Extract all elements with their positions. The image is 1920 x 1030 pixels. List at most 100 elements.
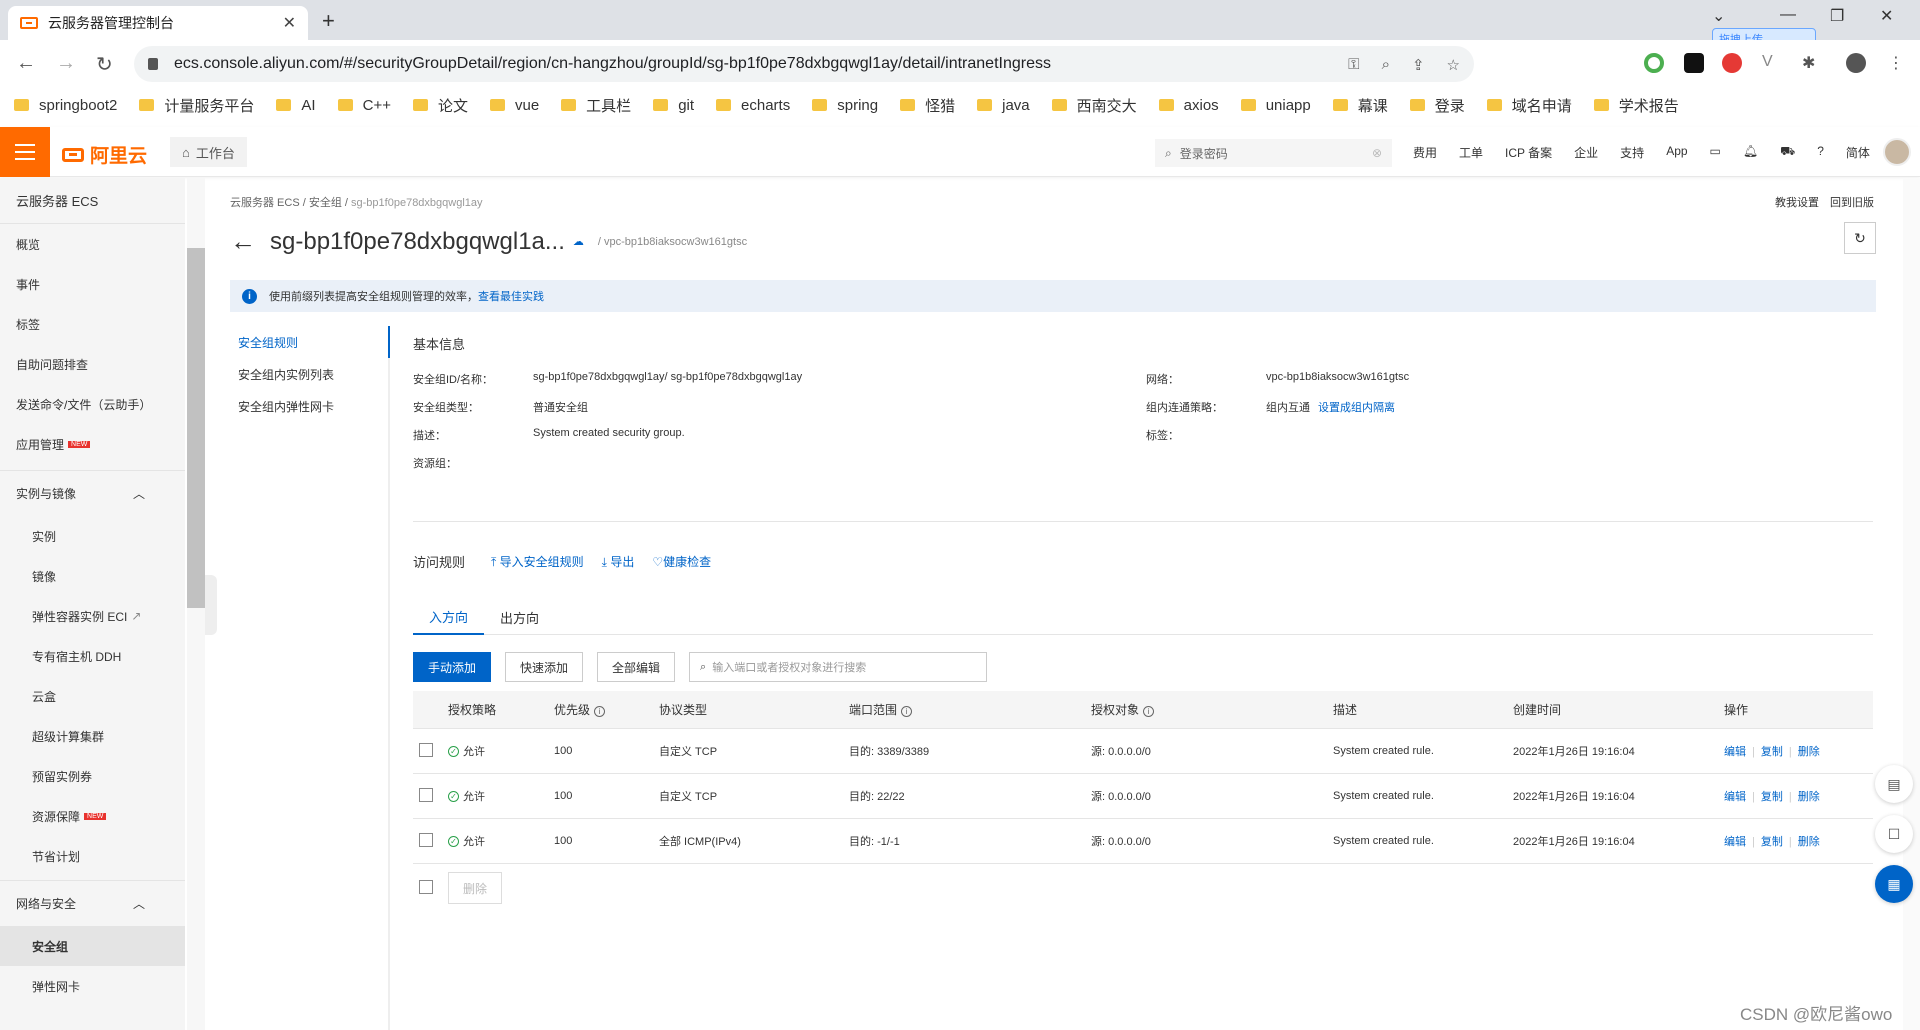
menu-icon[interactable] (0, 127, 50, 177)
back-arrow-icon[interactable]: ← (230, 226, 256, 257)
feedback-icon[interactable]: ▤ (1875, 765, 1913, 803)
rules-search-input[interactable]: ⌕ 输入端口或者授权对象进行搜索 (689, 652, 988, 682)
tab-search-icon[interactable]: ⌄ (1712, 6, 1725, 26)
subnav-rules[interactable]: 安全组规则 (230, 326, 390, 358)
bookmark-item[interactable]: uniapp (1240, 97, 1311, 114)
bookmark-item[interactable]: 域名申请 (1486, 95, 1572, 116)
tab-outbound[interactable]: 出方向 (484, 599, 555, 635)
more-icon[interactable]: ⋮ (1888, 53, 1908, 73)
sidebar-item-app-management[interactable]: 应用管理 NEW (0, 424, 185, 464)
bookmark-item[interactable]: echarts (716, 97, 790, 114)
header-search-input[interactable]: ⌕ 登录密码 ⊗ (1155, 139, 1392, 167)
help-icon[interactable]: i (594, 706, 606, 717)
tab-inbound[interactable]: 入方向 (413, 599, 485, 635)
copy-link[interactable]: 复制 (1761, 791, 1783, 803)
sidebar-item-ddh[interactable]: 专有宿主机 DDH (0, 636, 185, 676)
sidebar-item-troubleshoot[interactable]: 自助问题排查 (0, 344, 185, 384)
sidebar-item-overview[interactable]: 概览 (0, 224, 185, 264)
header-link-support[interactable]: 支持 (1620, 144, 1644, 161)
bookmark-item[interactable]: 西南交大 (1051, 95, 1137, 116)
sidebar-item-eni[interactable]: 弹性网卡 (0, 966, 185, 1006)
aliyun-logo[interactable]: 阿里云 (62, 141, 147, 168)
sidebar-scrollbar[interactable] (187, 178, 205, 1030)
sidebar-item-hpc[interactable]: 超级计算集群 (0, 716, 185, 756)
bookmark-item[interactable]: java (977, 97, 1030, 114)
edit-link[interactable]: 编辑 (1724, 791, 1746, 803)
chat-icon[interactable]: ☐ (1875, 815, 1913, 853)
sidebar-item-security-group[interactable]: 安全组 (0, 926, 185, 966)
star-icon[interactable]: ☆ (1447, 56, 1460, 74)
manual-add-button[interactable]: 手动添加 (413, 652, 492, 682)
bookmark-item[interactable]: springboot2 (14, 97, 117, 114)
copy-link[interactable]: 复制 (1761, 836, 1783, 848)
subnav-eni[interactable]: 安全组内弹性网卡 (230, 390, 388, 422)
sidebar-group-instances[interactable]: 实例与镜像 ︿ (0, 470, 185, 516)
best-practice-link[interactable]: 查看最佳实践 (478, 288, 544, 304)
delete-link[interactable]: 删除 (1798, 791, 1820, 803)
sidebar-item-image[interactable]: 镜像 (0, 556, 185, 596)
profile-icon[interactable] (1846, 53, 1866, 73)
set-isolation-link[interactable]: 设置成组内隔离 (1318, 399, 1395, 415)
bookmark-item[interactable]: 登录 (1409, 95, 1465, 116)
restore-icon[interactable]: ❐ (1830, 6, 1844, 26)
zoom-icon[interactable]: ⌕ (1382, 56, 1390, 74)
delete-link[interactable]: 删除 (1798, 746, 1820, 758)
health-check-link[interactable]: ♡健康检查 (652, 553, 711, 570)
bookmark-item[interactable]: C++ (337, 97, 391, 114)
copy-link[interactable]: 复制 (1761, 746, 1783, 758)
export-link[interactable]: ⤓ 导出 (602, 553, 635, 570)
breadcrumb-ecs[interactable]: 云服务器 ECS (230, 197, 300, 209)
clear-icon[interactable]: ⊗ (1372, 146, 1382, 160)
sidebar-item-tags[interactable]: 标签 (0, 304, 185, 344)
bulk-edit-button[interactable]: 全部编辑 (597, 652, 676, 682)
row-checkbox[interactable] (419, 787, 433, 802)
top-right-links[interactable]: 教我设置 回到旧版 (1775, 194, 1874, 210)
v-ext-icon[interactable]: V (1762, 53, 1782, 73)
header-link-icp[interactable]: ICP 备案 (1505, 144, 1552, 161)
header-link-app[interactable]: App (1666, 144, 1687, 161)
chrome-ext-icon[interactable] (1644, 53, 1664, 73)
import-rules-link[interactable]: ⤒ 导入安全组规则 (491, 553, 584, 570)
bookmark-item[interactable]: axios (1158, 97, 1219, 114)
bell-icon[interactable]: 🔔︎ (1743, 144, 1758, 161)
header-link-ticket[interactable]: 工单 (1459, 144, 1483, 161)
minimize-icon[interactable]: — (1780, 6, 1796, 24)
refresh-button[interactable]: ↻ (1844, 222, 1876, 254)
sidebar-group-network[interactable]: 网络与安全 ︿ (0, 880, 185, 926)
reload-icon[interactable]: ↻ (96, 52, 113, 77)
bookmark-item[interactable]: 工具栏 (561, 95, 631, 116)
bookmark-item[interactable]: AI (276, 97, 316, 114)
back-icon[interactable]: ← (16, 52, 36, 75)
sidebar-item-resource-guarantee[interactable]: 资源保障 NEW (0, 796, 185, 836)
sidebar-item-cloud-assistant[interactable]: 发送命令/文件（云助手） (0, 384, 185, 424)
batch-delete-button[interactable]: 删除 (448, 872, 503, 904)
help-icon[interactable]: i (1143, 706, 1155, 717)
page-scrollbar[interactable] (1903, 178, 1920, 1030)
sidebar-collapse-handle[interactable] (205, 575, 217, 635)
browser-tab[interactable]: 云服务器管理控制台 ✕ (8, 6, 308, 40)
forward-icon[interactable]: → (56, 52, 76, 75)
sidebar-item-events[interactable]: 事件 (0, 264, 185, 304)
new-tab-icon[interactable]: + (322, 8, 335, 34)
ext-dark-icon[interactable] (1684, 53, 1704, 73)
row-checkbox[interactable] (419, 832, 433, 847)
close-window-icon[interactable]: ✕ (1880, 6, 1893, 26)
sidebar-item-instance[interactable]: 实例 (0, 516, 185, 556)
header-link-enterprise[interactable]: 企业 (1574, 144, 1598, 161)
delete-link[interactable]: 删除 (1798, 836, 1820, 848)
header-link-fee[interactable]: 费用 (1413, 144, 1437, 161)
bookmark-item[interactable]: 怪猎 (900, 95, 955, 116)
workbench-button[interactable]: ⌂ 工作台 (170, 137, 247, 167)
lang-switch[interactable]: 简体 (1846, 144, 1870, 161)
url-input[interactable]: ecs.console.aliyun.com/#/securityGroupDe… (134, 46, 1474, 82)
quick-add-button[interactable]: 快速添加 (505, 652, 584, 682)
abp-icon[interactable] (1722, 53, 1742, 73)
bookmark-item[interactable]: 学术报告 (1593, 95, 1679, 116)
sidebar-item-eci[interactable]: 弹性容器实例 ECI ↗ (0, 596, 185, 636)
sidebar-item-savings-plan[interactable]: 节省计划 (0, 836, 185, 876)
select-all-checkbox[interactable] (419, 879, 433, 894)
close-tab-icon[interactable]: ✕ (283, 13, 296, 33)
apps-icon[interactable]: ▦ (1875, 865, 1913, 903)
subnav-instances[interactable]: 安全组内实例列表 (230, 358, 388, 390)
puzzle-icon[interactable]: ✱ (1802, 53, 1822, 73)
